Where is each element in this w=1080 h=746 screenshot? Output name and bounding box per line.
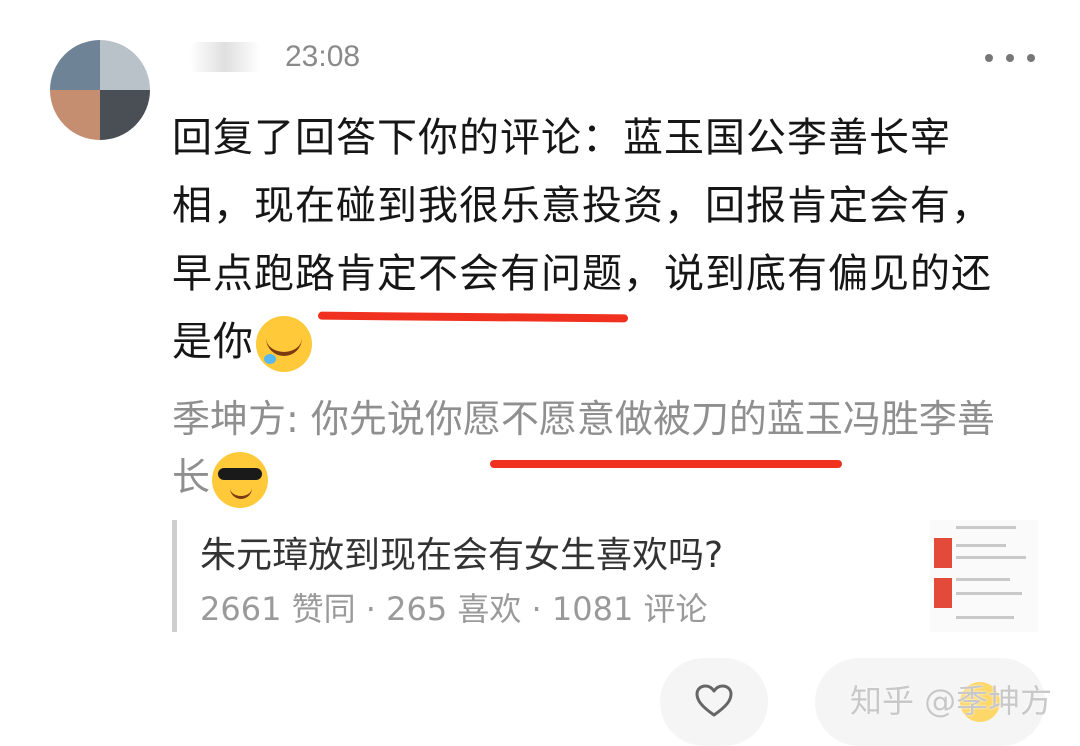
quote-title: 朱元璋放到现在会有女生喜欢吗? (200, 535, 724, 576)
reply-comment: 回复了回答下你的评论：蓝玉国公李善长宰相，现在碰到我很乐意投资，回报肯定会有，早… (172, 104, 1032, 376)
heart-icon (695, 684, 733, 717)
quote-stats: 2661 赞同 · 265 喜欢 · 1081 评论 (200, 590, 708, 628)
like-button[interactable] (660, 658, 768, 746)
dot-icon (985, 54, 993, 62)
sunglasses-emoji-icon (212, 451, 269, 508)
parent-comment[interactable]: 季坤方: 你先说你愿不愿意做被刀的蓝玉冯胜李善长 (172, 390, 1032, 508)
username-blurred (190, 42, 260, 72)
quoted-answer-card[interactable]: 朱元璋放到现在会有女生喜欢吗? 2661 赞同 · 265 喜欢 · 1081 … (172, 520, 1038, 632)
avatar[interactable] (50, 40, 150, 140)
quote-bar (172, 520, 177, 632)
zhihu-watermark: 知乎 @季坤方 (850, 682, 1053, 720)
red-underline-annotation (490, 460, 842, 468)
rolling-laugh-emoji-icon (256, 316, 312, 372)
timestamp: 23:08 (285, 40, 361, 73)
answer-thumbnail (930, 520, 1038, 632)
parent-comment-author: 季坤方: (172, 397, 299, 441)
dot-icon (1027, 54, 1035, 62)
dot-icon (1006, 54, 1014, 62)
more-options-button[interactable] (985, 38, 1035, 78)
